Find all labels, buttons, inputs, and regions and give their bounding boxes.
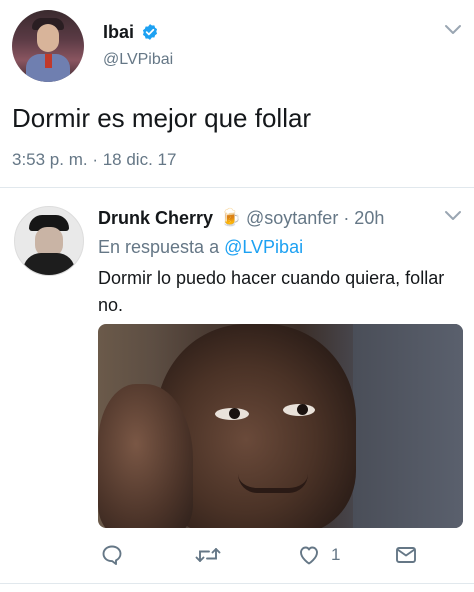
tweet-display-name[interactable]: Ibai (103, 22, 134, 43)
retweet-icon (195, 548, 221, 562)
chevron-down-icon[interactable] (444, 24, 462, 36)
beer-icon: 🍺 (220, 208, 242, 227)
tweet-handle[interactable]: @LVPibai (103, 51, 173, 69)
tweet-timestamp[interactable]: 3:53 p. m. · 18 dic. 17 (12, 150, 176, 170)
like-heart-icon (300, 546, 318, 565)
chevron-down-icon[interactable] (444, 210, 462, 222)
verified-badge-icon (142, 24, 158, 40)
direct-message-icon (396, 547, 416, 563)
reply-mention-link[interactable]: @LVPibai (224, 237, 303, 257)
direct-message-button[interactable] (394, 543, 418, 567)
reply-display-name[interactable]: Drunk Cherry (98, 208, 213, 229)
reply-prefix: En respuesta a (98, 237, 220, 257)
like-count: 1 (331, 545, 341, 564)
tweet-text: Dormir es mejor que follar (12, 103, 312, 133)
retweet-button[interactable] (194, 543, 222, 567)
reply-context: En respuesta a @LVPibai (98, 237, 303, 258)
reply-media-image[interactable] (98, 324, 463, 528)
divider (0, 187, 474, 188)
reply-button[interactable] (100, 543, 124, 567)
drunk-cherry-avatar[interactable] (14, 206, 84, 276)
divider (0, 583, 474, 584)
reply-handle-time[interactable]: @soytanfer · 20h (246, 208, 384, 229)
ibai-avatar[interactable] (12, 10, 84, 82)
reply-text: Dormir lo puedo hacer cuando quiera, fol… (98, 268, 445, 315)
like-button[interactable]: 1 (297, 543, 340, 567)
reply-icon (102, 545, 122, 565)
